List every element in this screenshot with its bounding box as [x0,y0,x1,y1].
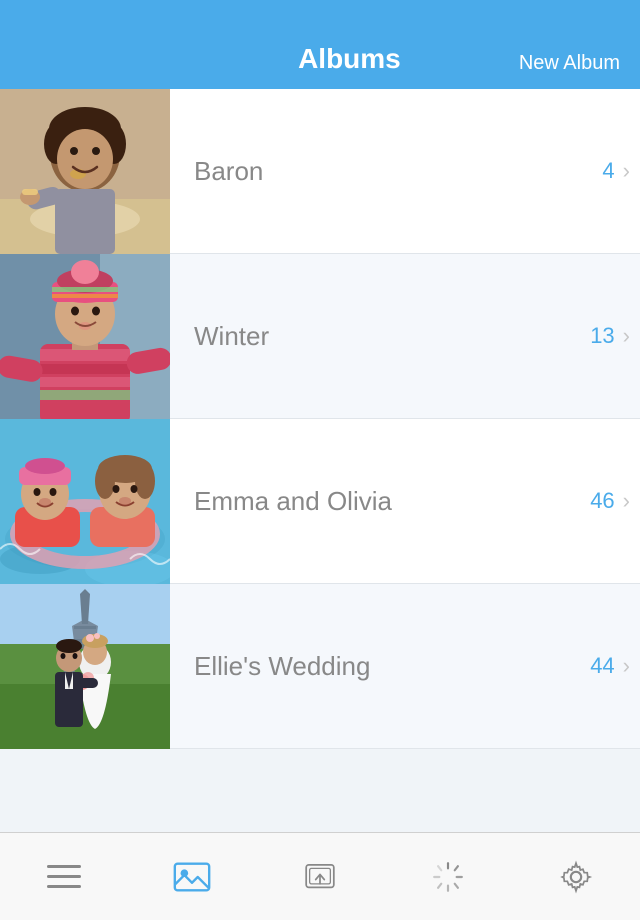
album-name-ellies-wedding: Ellie's Wedding [194,651,370,682]
tab-upload[interactable] [256,833,384,920]
album-info-winter: Winter 13 › [170,321,640,352]
upload-icon [298,855,342,899]
album-right-ellies-wedding: 44 › [590,653,630,679]
gallery-icon [170,855,214,899]
chevron-icon-baron: › [623,158,630,184]
tab-bar [0,832,640,920]
album-item-ellies-wedding[interactable]: Ellie's Wedding 44 › [0,584,640,749]
album-thumbnail-emma-olivia [0,419,170,584]
album-info-emma-olivia: Emma and Olivia 46 › [170,486,640,517]
album-count-ellies-wedding: 44 [590,653,614,679]
album-thumbnail-baron [0,89,170,254]
album-name-baron: Baron [194,156,263,187]
album-name-emma-olivia: Emma and Olivia [194,486,392,517]
album-thumbnail-winter [0,254,170,419]
new-album-button[interactable]: New Album [519,52,620,75]
album-item-emma-olivia[interactable]: Emma and Olivia 46 › [0,419,640,584]
album-thumbnail-ellies-wedding [0,584,170,749]
album-right-emma-olivia: 46 › [590,488,630,514]
chevron-icon-ellies-wedding: › [623,653,630,679]
header: Albums New Album [0,0,640,89]
spinner-icon [429,858,467,896]
album-info-baron: Baron 4 › [170,156,640,187]
album-count-baron: 4 [602,158,614,184]
album-item-baron[interactable]: Baron 4 › [0,89,640,254]
album-info-ellies-wedding: Ellie's Wedding 44 › [170,651,640,682]
tab-gallery[interactable] [128,833,256,920]
album-right-winter: 13 › [590,323,630,349]
album-name-winter: Winter [194,321,269,352]
chevron-icon-emma-olivia: › [623,488,630,514]
tab-settings[interactable] [512,833,640,920]
gear-icon [554,855,598,899]
tab-menu[interactable] [0,833,128,920]
tab-activity[interactable] [384,833,512,920]
album-count-winter: 13 [590,323,614,349]
album-count-emma-olivia: 46 [590,488,614,514]
album-right-baron: 4 › [602,158,630,184]
hamburger-icon [42,855,86,899]
album-item-winter[interactable]: Winter 13 › [0,254,640,419]
chevron-icon-winter: › [623,323,630,349]
album-list: Baron 4 › [0,89,640,749]
